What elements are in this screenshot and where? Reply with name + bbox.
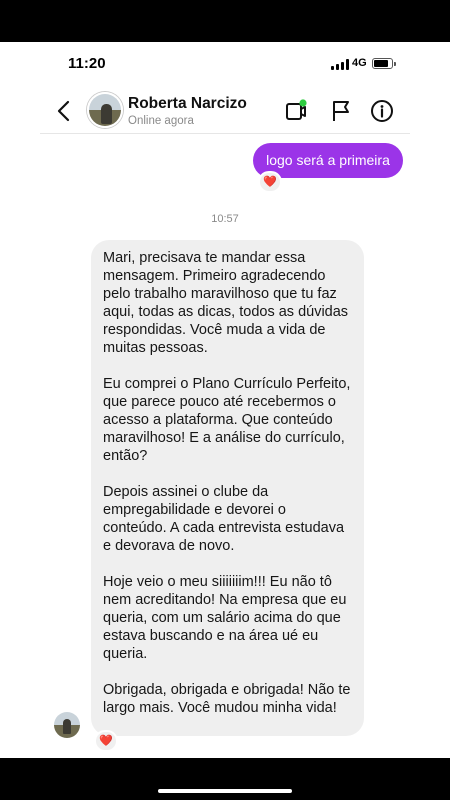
outgoing-heart-reaction[interactable]: ❤️ xyxy=(258,171,282,193)
back-button[interactable] xyxy=(54,96,76,126)
chat-screen: 11:20 4G Roberta Narcizo Online agora lo… xyxy=(40,42,410,758)
video-call-button[interactable] xyxy=(284,98,310,124)
message-paragraph: Hoje veio o meu siiiiiiim!!! Eu não tô n… xyxy=(103,574,347,662)
signal-icon xyxy=(331,59,349,70)
home-indicator[interactable] xyxy=(158,789,292,793)
contact-status: Online agora xyxy=(128,115,194,127)
network-label: 4G xyxy=(352,57,367,69)
info-button[interactable] xyxy=(369,98,395,124)
back-chevron-icon xyxy=(57,100,70,122)
flag-icon xyxy=(333,101,349,121)
right-margin xyxy=(410,42,450,758)
left-margin xyxy=(0,42,40,758)
chat-header: Roberta Narcizo Online agora xyxy=(40,88,410,134)
message-timestamp: 10:57 xyxy=(211,213,239,225)
sender-avatar[interactable] xyxy=(54,712,80,738)
bottom-bezel xyxy=(0,758,450,800)
battery-icon xyxy=(372,58,396,69)
message-paragraph: Depois assinei o clube da empregabilidad… xyxy=(103,484,345,554)
status-time: 11:20 xyxy=(68,55,106,72)
report-button[interactable] xyxy=(328,98,354,124)
message-paragraph: Obrigada, obrigada e obrigada! Não te la… xyxy=(103,682,351,716)
message-paragraph: Mari, precisava te mandar essa mensagem.… xyxy=(103,250,349,356)
contact-name[interactable]: Roberta Narcizo xyxy=(128,95,247,113)
status-bar: 11:20 4G xyxy=(40,42,410,88)
incoming-heart-reaction[interactable]: ❤️ xyxy=(94,730,118,752)
contact-avatar[interactable] xyxy=(87,92,123,128)
info-icon xyxy=(371,100,393,122)
message-paragraph: Eu comprei o Plano Currículo Perfeito, q… xyxy=(103,376,351,464)
incoming-message[interactable]: Mari, precisava te mandar essa mensagem.… xyxy=(91,240,364,736)
top-bezel xyxy=(0,0,450,42)
video-call-icon xyxy=(286,99,307,120)
